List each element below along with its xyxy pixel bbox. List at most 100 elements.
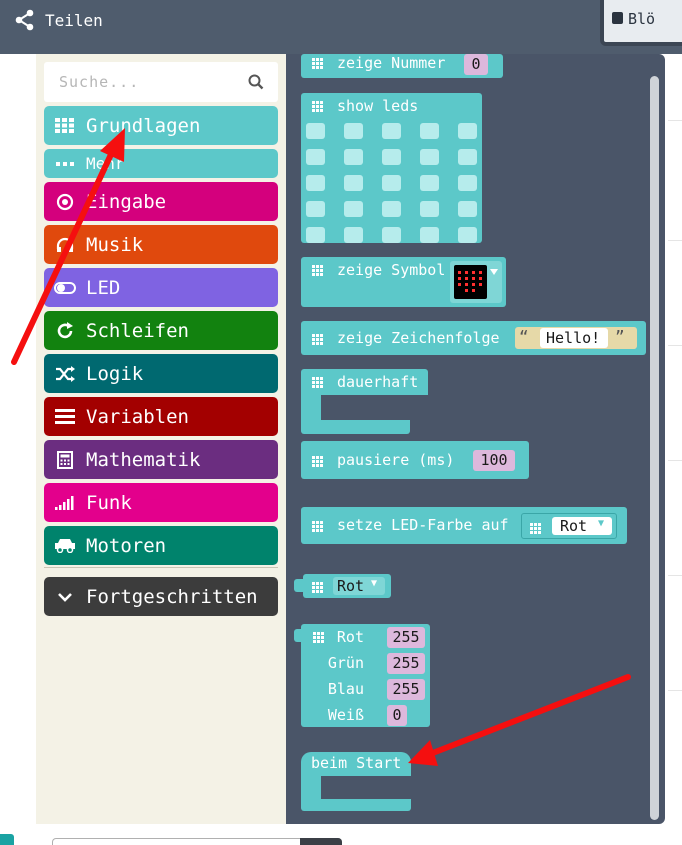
icon-dropdown[interactable]: [450, 261, 502, 303]
block-label: pausiere (ms): [337, 451, 455, 469]
refresh-icon: [57, 321, 73, 338]
block-show-string[interactable]: zeige Zeichenfolge “ Hello! ”: [301, 321, 646, 355]
category-mathematik[interactable]: Mathematik: [44, 440, 278, 479]
led-cell[interactable]: [458, 123, 477, 139]
led-cell[interactable]: [458, 227, 477, 243]
dropdown-arrow-icon: ▼: [598, 518, 605, 529]
search-icon[interactable]: [248, 74, 264, 90]
calculator-icon: [57, 450, 73, 469]
flyout-scrollbar[interactable]: [650, 76, 659, 820]
search-input[interactable]: Suche...: [44, 62, 278, 102]
reporter-tab: [294, 629, 303, 642]
led-cell[interactable]: [420, 149, 439, 165]
heart-icon: [454, 265, 487, 299]
workspace-grid-line: [668, 240, 682, 241]
grid-icon: [312, 377, 323, 388]
led-cell[interactable]: [306, 149, 325, 165]
category-label: Mathematik: [86, 448, 201, 471]
led-cell[interactable]: [306, 227, 325, 243]
number-value-input[interactable]: 0: [464, 54, 488, 75]
blocks-editor-tab[interactable]: Blö: [600, 0, 682, 46]
color-reporter[interactable]: Rot ▼: [521, 513, 617, 539]
led-cell[interactable]: [344, 227, 363, 243]
rgb-value-input[interactable]: 255: [387, 679, 425, 700]
toolbox-separator: [44, 567, 278, 568]
led-cell[interactable]: [382, 149, 401, 165]
led-cell[interactable]: [420, 201, 439, 217]
target-icon: [56, 193, 74, 210]
category-label: Fortgeschritten: [86, 585, 258, 608]
save-button[interactable]: [300, 838, 342, 845]
grid-icon: [530, 523, 541, 534]
led-cell[interactable]: [344, 201, 363, 217]
category-led[interactable]: LED: [44, 268, 278, 307]
block-label: zeige Nummer: [337, 54, 446, 72]
category-schleifen[interactable]: Schleifen: [44, 311, 278, 350]
rgb-value-input[interactable]: 255: [387, 653, 425, 674]
led-cell[interactable]: [306, 123, 325, 139]
block-forever[interactable]: dauerhaft: [301, 369, 428, 395]
led-cell[interactable]: [458, 149, 477, 165]
category-label: Eingabe: [86, 190, 167, 213]
list-icon: [55, 409, 75, 424]
grid-icon: [312, 101, 323, 112]
grid-icon: [312, 58, 323, 69]
color-dropdown[interactable]: Rot ▼: [552, 517, 612, 535]
led-cell[interactable]: [382, 175, 401, 191]
block-show-number[interactable]: zeige Nummer 0: [301, 54, 503, 78]
block-show-leds[interactable]: show leds: [301, 93, 482, 243]
puzzle-icon: [612, 12, 623, 24]
category-grundlagen[interactable]: Grundlagen: [44, 106, 278, 145]
led-cell[interactable]: [382, 227, 401, 243]
category-funk[interactable]: Funk: [44, 483, 278, 522]
led-cell[interactable]: [420, 175, 439, 191]
share-label: Teilen: [45, 10, 103, 30]
share-button[interactable]: Teilen: [14, 9, 103, 31]
led-cell[interactable]: [382, 123, 401, 139]
toolbox: Suche... Grundlagen Mehr Eingabe Musik L…: [36, 54, 286, 824]
category-variablen[interactable]: Variablen: [44, 397, 278, 436]
color-dropdown[interactable]: Rot ▼: [333, 577, 385, 595]
led-cell[interactable]: [420, 227, 439, 243]
block-set-led-color[interactable]: setze LED-Farbe auf Rot ▼: [301, 507, 627, 544]
category-logik[interactable]: Logik: [44, 354, 278, 393]
rgb-label: Blau: [327, 680, 364, 698]
string-value[interactable]: Hello!: [540, 328, 608, 348]
category-musik[interactable]: Musik: [44, 225, 278, 264]
bottom-teal-tab[interactable]: [0, 834, 14, 845]
project-name-input[interactable]: [52, 838, 342, 845]
block-on-start-bottom: [301, 799, 411, 811]
led-cell[interactable]: [306, 201, 325, 217]
grid-icon: [312, 334, 323, 345]
dropdown-arrow-icon: ▼: [371, 578, 378, 589]
led-cell[interactable]: [344, 123, 363, 139]
block-rgb[interactable]: Rot 255 Grün 255 Blau 255 Weiß 0: [301, 624, 430, 727]
grid-icon: [312, 456, 323, 467]
led-cell[interactable]: [306, 175, 325, 191]
rgb-value-input[interactable]: 0: [387, 705, 407, 726]
category-mehr[interactable]: Mehr: [44, 149, 278, 178]
led-cell[interactable]: [344, 149, 363, 165]
block-show-icon[interactable]: zeige Symbol: [301, 257, 506, 307]
headphones-icon: [56, 237, 74, 252]
string-input[interactable]: “ Hello! ”: [515, 327, 637, 349]
rgb-value-input[interactable]: 255: [387, 627, 425, 648]
category-motoren[interactable]: Motoren: [44, 526, 278, 565]
led-cell[interactable]: [458, 175, 477, 191]
block-forever-bottom: [301, 420, 410, 434]
category-fortgeschritten[interactable]: Fortgeschritten: [44, 577, 278, 616]
workspace-grid-line: [668, 575, 682, 576]
top-bar: Teilen Blö: [0, 0, 682, 54]
led-cell[interactable]: [344, 175, 363, 191]
search-placeholder: Suche...: [59, 73, 140, 91]
led-cell[interactable]: [458, 201, 477, 217]
share-icon: [15, 9, 34, 31]
block-color-reporter[interactable]: Rot ▼: [303, 574, 391, 598]
led-cell[interactable]: [382, 201, 401, 217]
block-pause[interactable]: pausiere (ms) 100: [301, 441, 529, 479]
led-cell[interactable]: [420, 123, 439, 139]
category-eingabe[interactable]: Eingabe: [44, 182, 278, 221]
category-label: Logik: [86, 362, 144, 385]
block-on-start[interactable]: beim Start: [301, 752, 411, 776]
pause-value-input[interactable]: 100: [473, 450, 515, 471]
